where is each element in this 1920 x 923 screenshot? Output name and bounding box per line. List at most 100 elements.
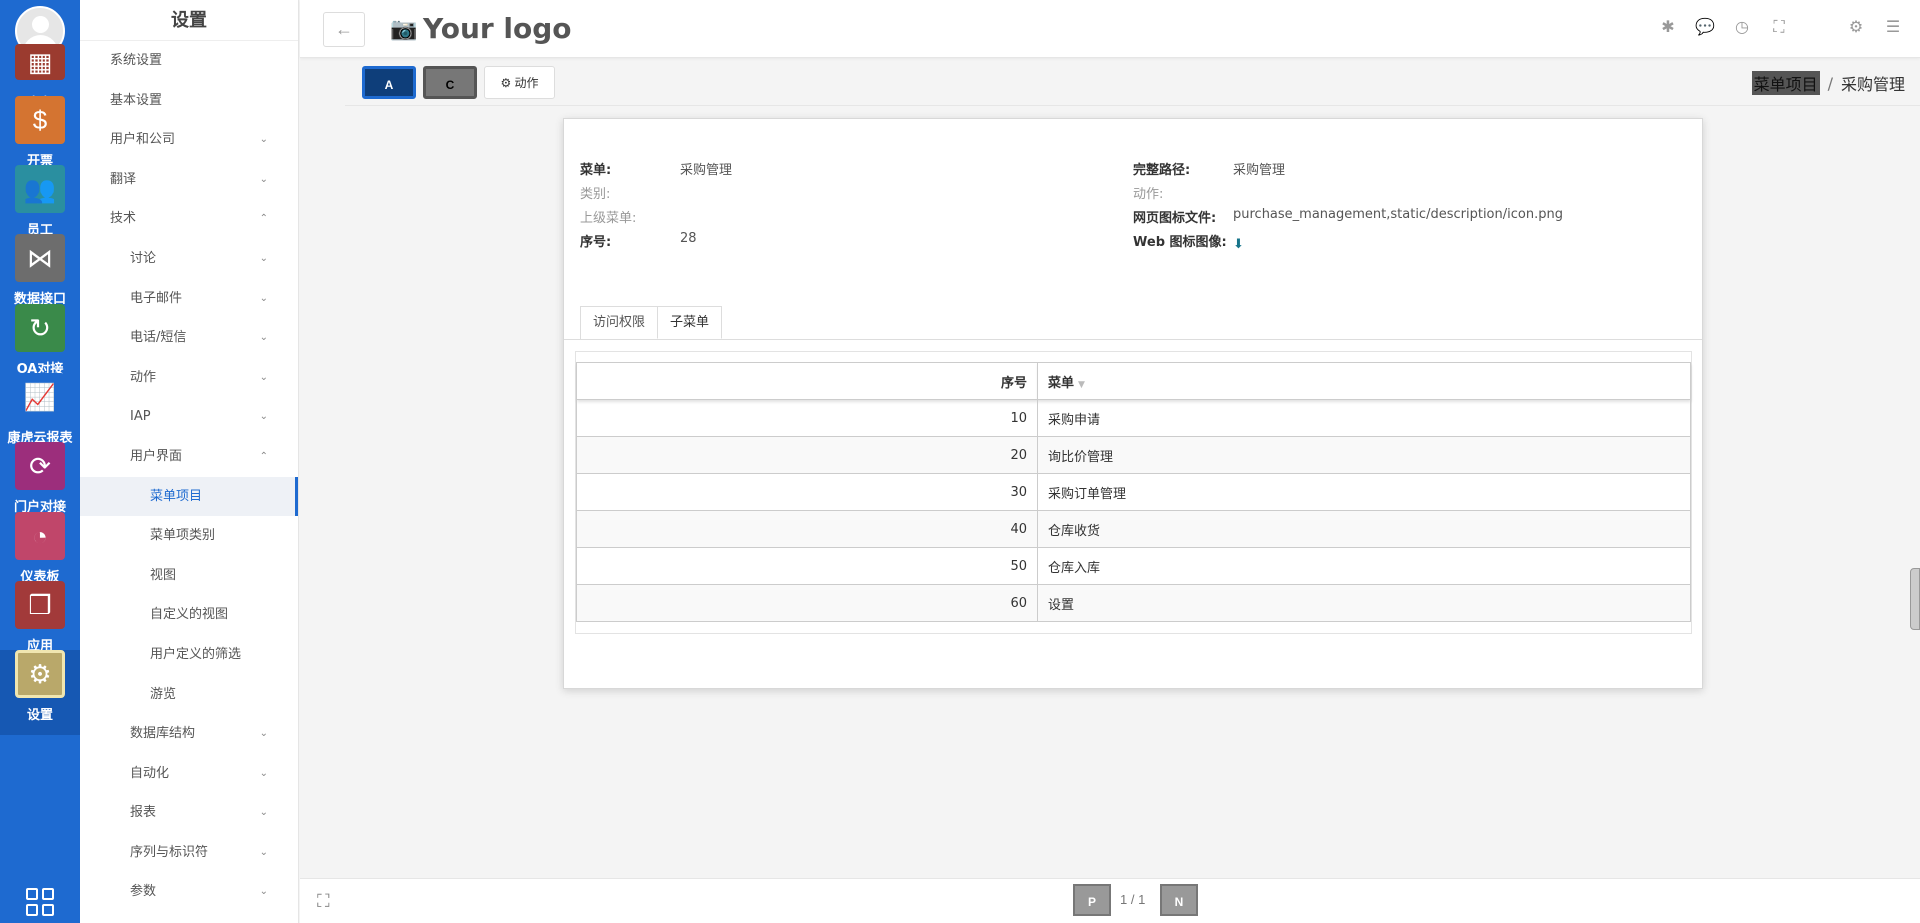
form-sheet: 菜单: 采购管理 类别: 上级菜单: 序号: 28 完整路径: 采购管理 动作: 网页图标文件:… <box>563 118 1703 689</box>
field-label: 上级菜单: <box>580 211 637 226</box>
clock-icon[interactable]: ◷ <box>1732 18 1752 38</box>
pager-next-button[interactable]: N <box>1160 884 1198 916</box>
field-label: 网页图标文件: <box>1133 211 1217 226</box>
chevron-down-icon: ⌄ <box>259 886 268 898</box>
pager-previous-button[interactable]: P <box>1073 884 1111 916</box>
sidebar-item[interactable]: 游览 <box>80 675 298 715</box>
chevron-up-icon: ⌃ <box>259 450 268 462</box>
sidebar-item[interactable]: 用户和公司 ⌄ <box>80 120 298 160</box>
sidebar-item[interactable]: 自动化 ⌄ <box>80 754 298 794</box>
report-chart-icon: 📈 <box>15 373 65 421</box>
chevron-down-icon: ⌄ <box>259 332 268 344</box>
sidebar-item[interactable]: 视图 <box>80 556 298 596</box>
app-gear[interactable]: ⚙ 设置 <box>0 650 80 735</box>
sidebar-item-label: 电子邮件 <box>130 290 183 306</box>
cell-seq: 40 <box>576 510 1038 548</box>
sidebar-item-label: 用户和公司 <box>110 132 176 148</box>
table-row[interactable]: 40 仓库收货 <box>576 510 1691 548</box>
cell-menu: 采购申请 <box>1037 399 1691 437</box>
top-header: ← 📷 Your logo ✱ 💬 ◷ ⛶ ⚙ ☰ <box>300 0 1920 58</box>
create-button[interactable]: C <box>423 66 477 99</box>
sidebar-item-label: 自定义的视图 <box>150 607 229 623</box>
sidebar-item-label: 电话/短信 <box>130 330 187 346</box>
table-row[interactable]: 60 设置 <box>576 584 1691 622</box>
sidebar-item[interactable]: 报表 ⌄ <box>80 793 298 833</box>
fullscreen-icon[interactable]: ⛶ <box>1769 18 1789 38</box>
bug-icon[interactable]: ✱ <box>1658 18 1678 38</box>
cell-seq: 30 <box>576 473 1038 511</box>
download-icon[interactable]: ⬇ <box>1233 237 1244 252</box>
tab-submenus[interactable]: 子菜单 <box>657 306 723 339</box>
pager-value[interactable]: 1 / 1 <box>1120 892 1145 907</box>
people-icon: 👥 <box>15 165 65 213</box>
portal-sync-icon: ⟳ <box>15 442 65 490</box>
sidebar-item-label: 翻译 <box>110 171 137 187</box>
cell-menu: 仓库收货 <box>1037 510 1691 548</box>
app-warehouse[interactable]: ▦库存 <box>0 44 80 111</box>
table-row[interactable]: 30 采购订单管理 <box>576 473 1691 511</box>
sidebar-item[interactable]: 参数 ⌄ <box>80 872 298 912</box>
sliders-icon[interactable]: ☰ <box>1883 18 1903 38</box>
chevron-down-icon: ⌄ <box>259 371 268 383</box>
sidebar-item[interactable]: 序列与标识符 ⌄ <box>80 833 298 873</box>
column-header-seq[interactable]: 序号 <box>576 362 1038 400</box>
sidebar-item[interactable]: 技术 ⌃ <box>80 199 298 239</box>
app-grid-icon[interactable] <box>26 888 54 916</box>
cell-menu: 采购订单管理 <box>1037 473 1691 511</box>
sidebar-item[interactable]: 系统设置 <box>80 41 298 81</box>
notebook-tabs: 访问权限 子菜单 <box>580 306 723 339</box>
breadcrumb-parent-link[interactable]: 菜单项目 <box>1751 71 1820 95</box>
edit-button[interactable]: A <box>362 66 416 99</box>
warehouse-icon: ▦ <box>15 44 65 80</box>
chat-icon[interactable]: 💬 <box>1695 18 1715 38</box>
column-header-menu[interactable]: 菜单 ▼ <box>1037 362 1691 400</box>
tab-access-rights[interactable]: 访问权限 <box>580 306 659 339</box>
cell-seq: 20 <box>576 436 1038 474</box>
sidebar-item-label: 动作 <box>130 369 157 385</box>
table-row[interactable]: 20 询比价管理 <box>576 436 1691 474</box>
submenu-table: 序号 菜单 ▼ 10 采购申请 20 询比价管理 30 采购订单管理 40 仓库收货 50 仓库入库… <box>576 362 1691 622</box>
control-panel: A C ⚙ 动作 菜单项目 / 采购管理 <box>345 62 1920 106</box>
settings-sidebar: 设置 系统设置 基本设置 用户和公司 ⌄ 翻译 ⌄ 技术 ⌃ 讨论 ⌄ 电子邮件 ⌄ 电话/短信 ⌄ 动作 ⌄… <box>80 0 299 923</box>
sidebar-item[interactable]: IAP ⌄ <box>80 397 298 437</box>
sync-icon: ↻ <box>15 304 65 352</box>
sidebar-item-label: 视图 <box>150 567 177 583</box>
sidebar-item[interactable]: 自定义的视图 <box>80 595 298 635</box>
network-icon: ⋈ <box>15 234 65 282</box>
cell-seq: 50 <box>576 547 1038 585</box>
field-value: 采购管理 <box>1233 163 1286 178</box>
table-row[interactable]: 10 采购申请 <box>576 399 1691 437</box>
expand-icon[interactable]: ⛶ <box>317 891 330 912</box>
sidebar-item[interactable]: 讨论 ⌄ <box>80 239 298 279</box>
sidebar-item[interactable]: 菜单项目 <box>80 476 298 517</box>
sidebar-item[interactable]: 动作 ⌄ <box>80 358 298 398</box>
sidebar-item[interactable]: 基本设置 <box>80 81 298 121</box>
gear-icon[interactable]: ⚙ <box>1846 18 1866 38</box>
invoice-dollar-icon: $ <box>15 96 65 144</box>
field-label: 菜单: <box>580 163 612 178</box>
sidebar-item[interactable]: 电子邮件 ⌄ <box>80 279 298 319</box>
camera-icon[interactable]: 📷 <box>390 16 417 42</box>
sidebar-item-label: 自动化 <box>130 765 170 781</box>
sidebar-item[interactable]: 电话/短信 ⌄ <box>80 318 298 358</box>
sidebar-item[interactable]: 数据库结构 ⌄ <box>80 714 298 754</box>
side-scroll-handle[interactable] <box>1910 568 1920 630</box>
sidebar-item-label: 系统设置 <box>110 53 163 68</box>
chevron-down-icon: ⌄ <box>259 728 268 740</box>
sidebar-item[interactable]: 用户定义的筛选 <box>80 635 298 675</box>
breadcrumb: 菜单项目 / 采购管理 <box>1751 71 1905 95</box>
chevron-up-icon: ⌃ <box>259 213 268 225</box>
sidebar-item[interactable]: 翻译 ⌄ <box>80 160 298 200</box>
gear-icon: ⚙ <box>15 650 65 698</box>
company-logo: Your logo <box>423 12 572 45</box>
back-button[interactable]: ← <box>323 12 365 47</box>
app-launcher-bar: ▦库存$开票👥员工⋈数据接口↻OA对接📈康虎云报表⟳门户对接◔仪表板❒应用⚙设置 <box>0 0 80 923</box>
action-dropdown-button[interactable]: ⚙ 动作 <box>484 66 555 99</box>
sidebar-item-label: 游览 <box>150 686 177 702</box>
sidebar-item[interactable]: 菜单项类别 <box>80 516 298 556</box>
chevron-down-icon: ⌄ <box>259 173 268 185</box>
cell-seq: 60 <box>576 584 1038 622</box>
sidebar-item[interactable]: 用户界面 ⌃ <box>80 437 298 477</box>
chevron-down-icon: ⌄ <box>259 767 268 779</box>
table-row[interactable]: 50 仓库入库 <box>576 547 1691 585</box>
